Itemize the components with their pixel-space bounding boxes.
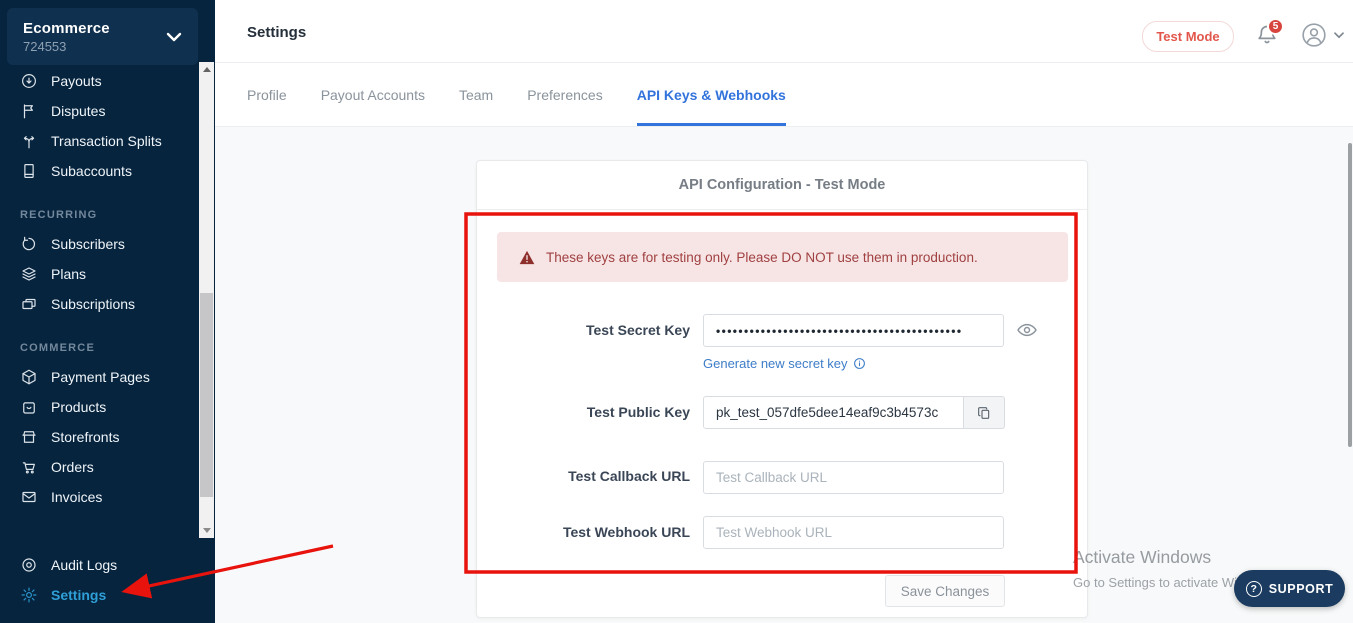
sidebar-bottom: Audit Logs Settings (0, 550, 198, 610)
business-switcher[interactable]: Ecommerce 724553 (7, 8, 198, 65)
sidebar-item-label: Settings (51, 587, 106, 603)
sidebar-item-disputes[interactable]: Disputes (0, 96, 198, 126)
sidebar-item-label: Payouts (51, 73, 102, 89)
chevron-down-icon (166, 32, 182, 42)
generate-secret-key-link[interactable]: Generate new secret key (703, 356, 866, 371)
tab-api-keys-webhooks[interactable]: API Keys & Webhooks (637, 63, 786, 126)
public-key-label: Test Public Key (470, 404, 690, 420)
save-changes-button[interactable]: Save Changes (885, 575, 1005, 607)
warning-banner: These keys are for testing only. Please … (497, 232, 1068, 282)
page-title: Settings (247, 24, 306, 41)
sidebar-item-label: Subscriptions (51, 296, 135, 312)
sidebar-item-invoices[interactable]: Invoices (0, 482, 198, 512)
business-name: Ecommerce (23, 20, 110, 37)
sidebar-item-label: Plans (51, 266, 86, 282)
refresh-icon (20, 235, 38, 253)
ledger-icon (20, 162, 38, 180)
sidebar-scrollbar (199, 62, 214, 538)
eye-icon (1016, 321, 1040, 339)
notification-badge: 5 (1267, 18, 1284, 35)
info-icon (853, 357, 866, 370)
flag-icon (20, 102, 38, 120)
package-icon (20, 368, 38, 386)
split-icon (20, 132, 38, 150)
callback-url-input[interactable] (703, 461, 1004, 494)
section-commerce: COMMERCE (0, 333, 198, 362)
sidebar-item-orders[interactable]: Orders (0, 452, 198, 482)
sidebar-item-subscriptions[interactable]: Subscriptions (0, 289, 198, 319)
api-configuration-card: API Configuration - Test Mode (476, 160, 1088, 618)
public-key-input[interactable] (703, 396, 964, 429)
question-icon: ? (1246, 581, 1262, 597)
sidebar-nav: Payouts Disputes Transaction Splits Suba… (0, 66, 198, 512)
account-menu[interactable] (1301, 22, 1344, 48)
storefront-icon (20, 428, 38, 446)
sidebar-item-label: Subscribers (51, 236, 125, 252)
sidebar-item-label: Payment Pages (51, 369, 150, 385)
cart-icon (20, 458, 38, 476)
sidebar-item-audit-logs[interactable]: Audit Logs (0, 550, 198, 580)
sidebar-item-label: Products (51, 399, 106, 415)
cards-icon (20, 295, 38, 313)
sidebar-item-label: Subaccounts (51, 163, 132, 179)
reveal-secret-button[interactable] (1016, 320, 1040, 340)
sidebar-item-payment-pages[interactable]: Payment Pages (0, 362, 198, 392)
sidebar-item-label: Transaction Splits (51, 133, 162, 149)
envelope-icon (20, 488, 38, 506)
gear-icon (20, 586, 38, 604)
scroll-down-arrow[interactable] (199, 523, 214, 538)
sidebar-item-transaction-splits[interactable]: Transaction Splits (0, 126, 198, 156)
callback-url-label: Test Callback URL (470, 468, 690, 484)
layers-icon (20, 265, 38, 283)
tab-preferences[interactable]: Preferences (527, 63, 602, 126)
webhook-url-input[interactable] (703, 516, 1004, 549)
sidebar-item-label: Storefronts (51, 429, 119, 445)
topbar: Settings Test Mode 5 (215, 0, 1353, 63)
page-scrollbar-thumb[interactable] (1348, 143, 1352, 447)
secret-key-input[interactable] (703, 314, 1004, 347)
test-mode-badge[interactable]: Test Mode (1142, 21, 1234, 52)
secret-key-label: Test Secret Key (470, 322, 690, 338)
business-id: 724553 (23, 39, 110, 54)
card-title: API Configuration - Test Mode (477, 161, 1087, 210)
copy-public-key-button[interactable] (964, 396, 1005, 429)
tab-profile[interactable]: Profile (247, 63, 287, 126)
scroll-up-arrow[interactable] (199, 62, 214, 77)
sidebar-item-settings[interactable]: Settings (0, 580, 198, 610)
webhook-url-label: Test Webhook URL (470, 524, 690, 540)
sidebar-item-label: Orders (51, 459, 94, 475)
section-recurring: RECURRING (0, 200, 198, 229)
warning-text: These keys are for testing only. Please … (546, 250, 978, 265)
sidebar-item-label: Disputes (51, 103, 105, 119)
sidebar: Ecommerce 724553 Payouts Disputes Transa… (0, 0, 215, 623)
payout-icon (20, 72, 38, 90)
sidebar-item-subscribers[interactable]: Subscribers (0, 229, 198, 259)
sidebar-item-subaccounts[interactable]: Subaccounts (0, 156, 198, 186)
sidebar-item-products[interactable]: Products (0, 392, 198, 422)
copy-icon (976, 405, 992, 421)
settings-tabs: Profile Payout Accounts Team Preferences… (215, 63, 1353, 127)
sidebar-item-storefronts[interactable]: Storefronts (0, 422, 198, 452)
warning-triangle-icon (519, 250, 535, 265)
public-key-group (703, 396, 1005, 429)
eye-icon (20, 556, 38, 574)
caret-down-icon (1334, 32, 1344, 39)
avatar-icon (1301, 22, 1327, 48)
tab-team[interactable]: Team (459, 63, 493, 126)
sidebar-scrollbar-thumb[interactable] (200, 293, 213, 497)
sidebar-item-label: Invoices (51, 489, 102, 505)
sidebar-item-payouts[interactable]: Payouts (0, 66, 198, 96)
tab-payout-accounts[interactable]: Payout Accounts (321, 63, 425, 126)
sidebar-item-label: Audit Logs (51, 557, 117, 573)
support-button[interactable]: ? SUPPORT (1234, 570, 1345, 607)
bag-icon (20, 398, 38, 416)
sidebar-item-plans[interactable]: Plans (0, 259, 198, 289)
notifications-button[interactable]: 5 (1255, 22, 1281, 50)
paystack-dashboard: Ecommerce 724553 Payouts Disputes Transa… (0, 0, 1353, 623)
